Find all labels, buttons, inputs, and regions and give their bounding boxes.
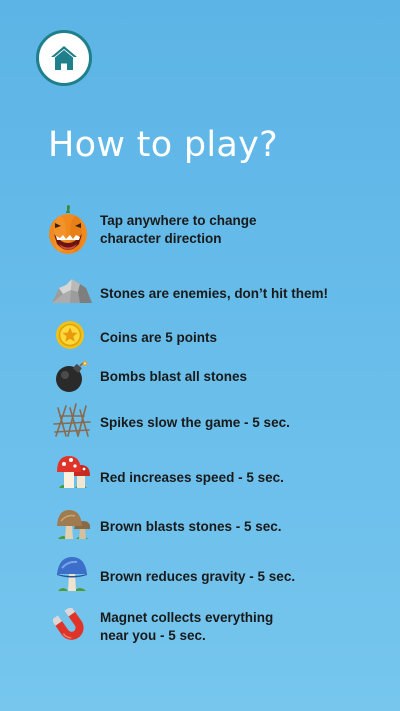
rule-text: Red increases speed - 5 sec. — [100, 470, 284, 485]
page-title: How to play? — [48, 125, 279, 165]
rule-text: Brown blasts stones - 5 sec. — [100, 519, 282, 534]
rule-text: Bombs blast all stones — [100, 369, 248, 384]
home-icon — [51, 46, 77, 70]
rule-text: Coins are 5 points — [100, 330, 218, 345]
blue-mushroom-icon — [55, 555, 91, 593]
brown-mushroom-icon — [55, 505, 91, 541]
home-button[interactable] — [36, 30, 92, 86]
spikes-icon — [52, 402, 92, 438]
rule-text: Magnet collects everything near you - 5 … — [100, 610, 274, 643]
rule-text: Stones are enemies, don’t hit them! — [100, 286, 329, 301]
rule-text: Tap anywhere to change character directi… — [100, 213, 257, 246]
bomb-icon — [54, 360, 88, 394]
rule-text: Brown reduces gravity - 5 sec. — [100, 569, 296, 584]
magnet-icon — [51, 606, 89, 646]
pumpkin-character-icon — [46, 204, 90, 256]
rule-text: Spikes slow the game - 5 sec. — [100, 415, 290, 430]
stone-icon — [50, 276, 94, 306]
red-mushroom-icon — [55, 452, 91, 490]
coin-icon — [55, 320, 85, 350]
